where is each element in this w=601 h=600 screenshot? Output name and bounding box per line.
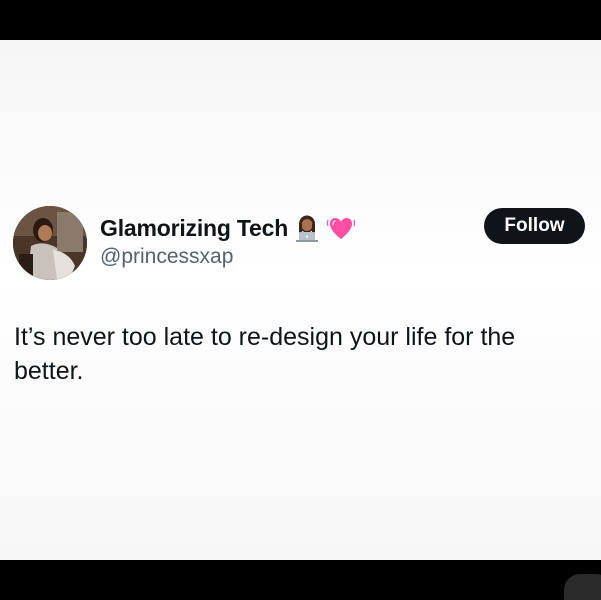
avatar[interactable]: [13, 206, 87, 280]
tweet-text: It’s never too late to re-design your li…: [14, 323, 516, 385]
tweet-card: Glamorizing Tech @princessxap Follow It’…: [0, 40, 601, 560]
overlay-corner-control: [564, 574, 601, 600]
follow-button[interactable]: Follow: [484, 208, 585, 244]
name-row: Glamorizing Tech: [100, 208, 356, 248]
display-name[interactable]: Glamorizing Tech: [100, 215, 288, 242]
avatar-photo: [13, 206, 87, 280]
screenshot-frame: Glamorizing Tech @princessxap Follow It’…: [0, 0, 601, 600]
woman-technologist-icon: [292, 213, 322, 243]
beating-heart-icon: [326, 213, 356, 243]
user-handle[interactable]: @princessxap: [100, 245, 233, 269]
